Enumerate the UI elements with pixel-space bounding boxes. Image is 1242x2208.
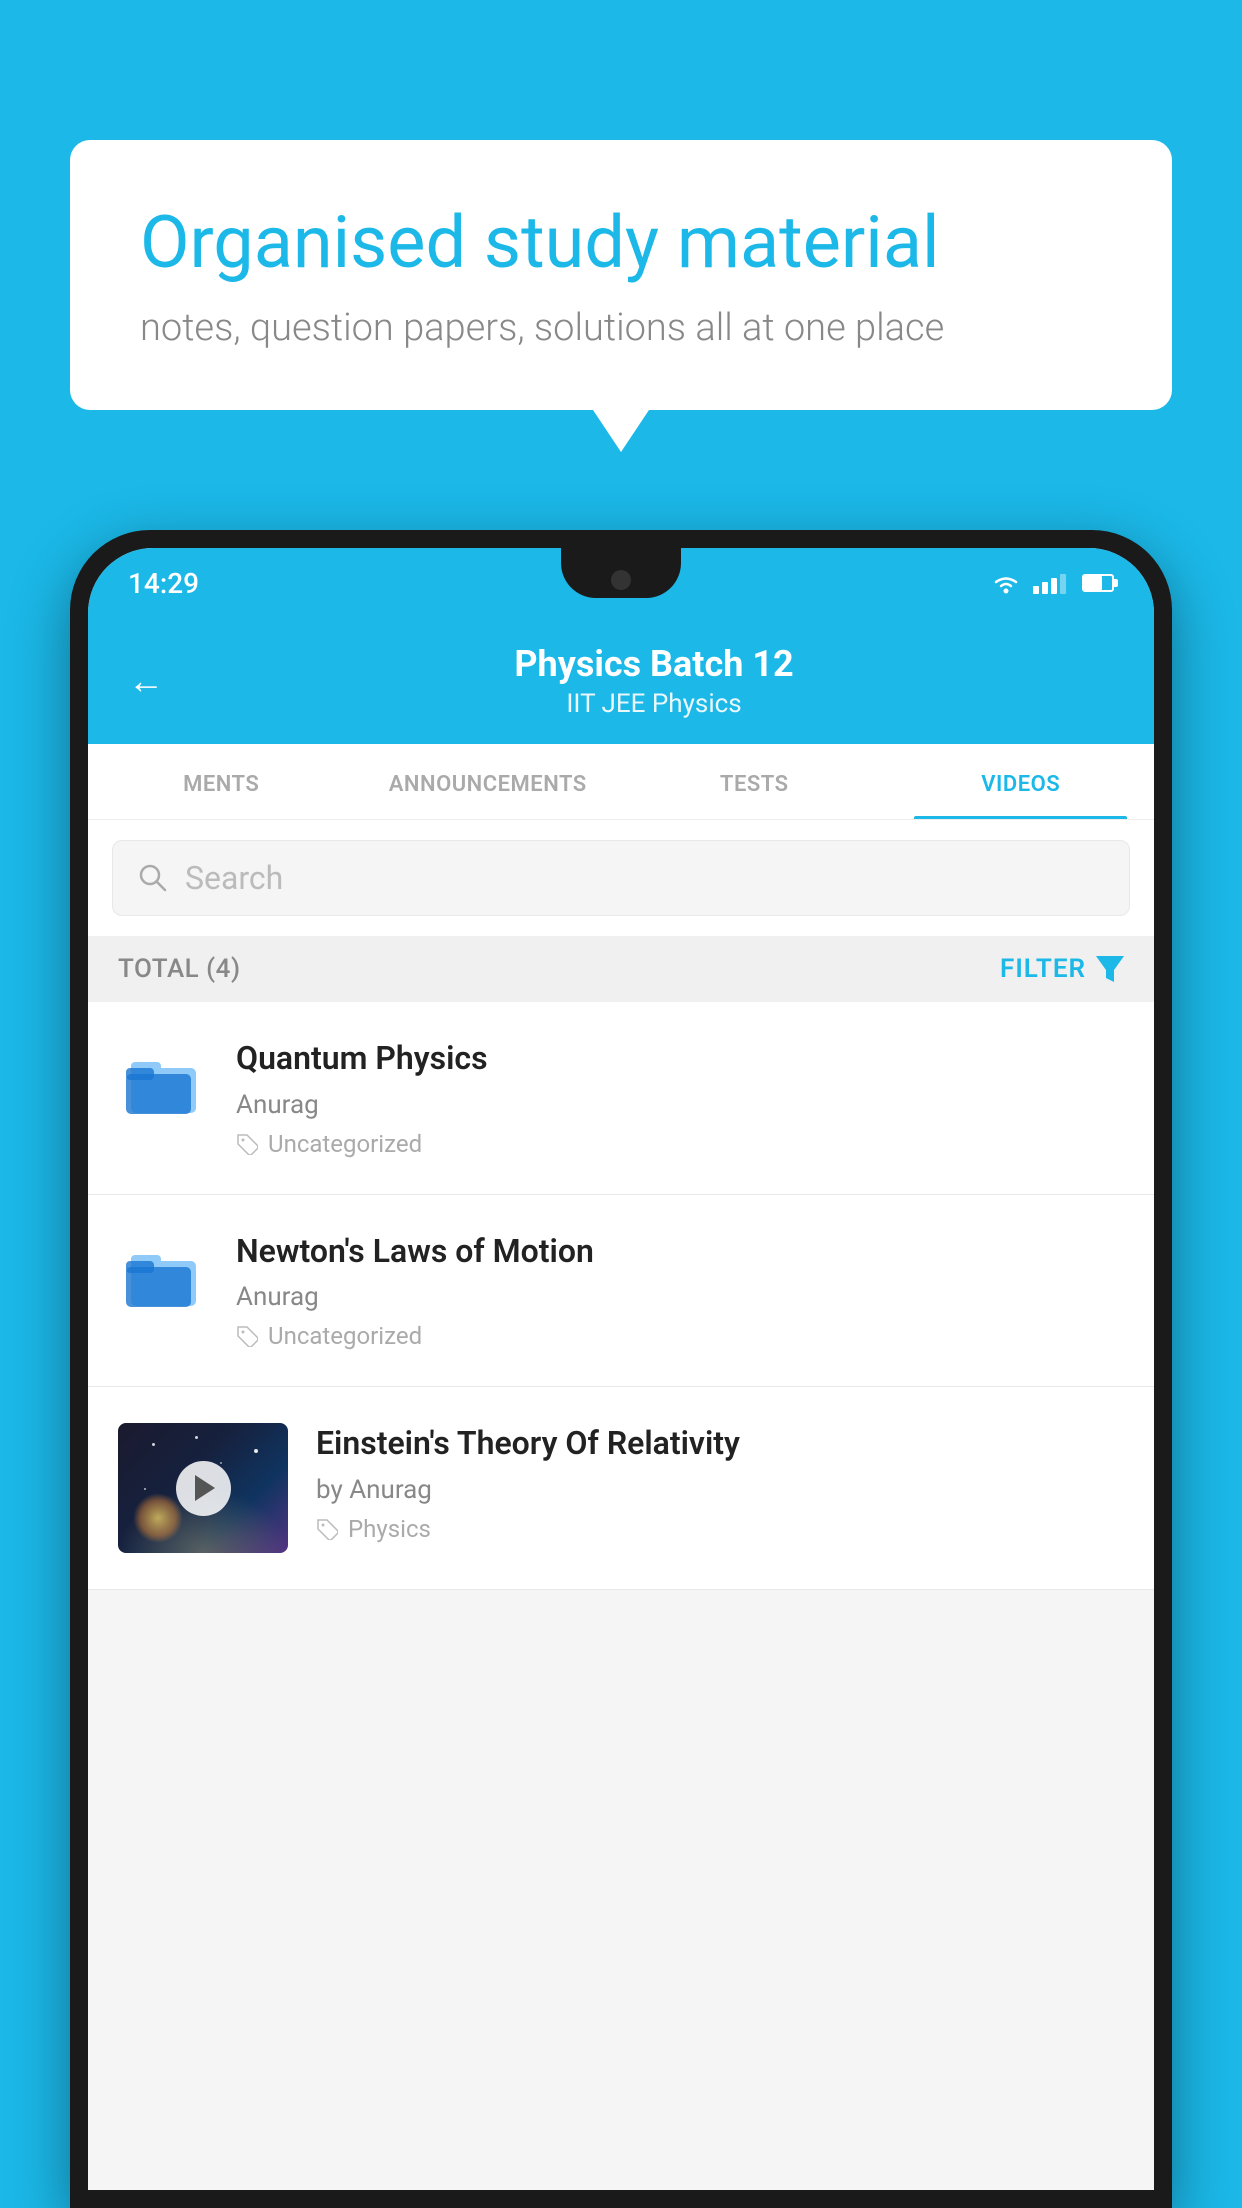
video-thumbnail <box>118 1423 288 1553</box>
phone-inner: 14:29 <box>88 548 1154 2190</box>
tag-icon <box>236 1133 258 1155</box>
tab-ments[interactable]: MENTS <box>88 744 355 819</box>
speech-bubble: Organised study material notes, question… <box>70 140 1172 410</box>
list-item[interactable]: Einstein's Theory Of Relativity by Anura… <box>88 1387 1154 1590</box>
total-count: TOTAL (4) <box>118 954 241 984</box>
tag-icon <box>236 1325 258 1347</box>
video-tag: Physics <box>316 1515 1124 1543</box>
video-tag: Uncategorized <box>236 1130 1124 1158</box>
list-item[interactable]: Newton's Laws of Motion Anurag Uncategor… <box>88 1195 1154 1388</box>
tab-videos[interactable]: VIDEOS <box>888 744 1155 819</box>
speech-bubble-container: Organised study material notes, question… <box>70 140 1172 410</box>
header-title-block: Physics Batch 12 IIT JEE Physics <box>194 643 1114 719</box>
phone-frame: 14:29 <box>70 530 1172 2208</box>
tab-tests[interactable]: TESTS <box>621 744 888 819</box>
video-list: Quantum Physics Anurag Uncategorized <box>88 1002 1154 1590</box>
folder-icon-container <box>118 1231 208 1321</box>
video-title: Quantum Physics <box>236 1038 1124 1080</box>
battery-icon <box>1082 574 1114 592</box>
filter-button[interactable]: FILTER <box>1000 954 1124 984</box>
speech-bubble-subtext: notes, question papers, solutions all at… <box>140 306 1102 350</box>
search-placeholder: Search <box>185 859 283 897</box>
filter-icon <box>1096 956 1124 982</box>
video-author: by Anurag <box>316 1475 1124 1505</box>
folder-icon <box>126 1241 201 1311</box>
signal-icon <box>1033 572 1066 594</box>
search-bar[interactable]: Search <box>112 840 1130 916</box>
wifi-icon <box>991 572 1021 594</box>
back-button[interactable]: ← <box>128 660 164 702</box>
tag-icon <box>316 1518 338 1540</box>
batch-subtitle: IIT JEE Physics <box>194 689 1114 719</box>
tabs-bar: MENTS ANNOUNCEMENTS TESTS VIDEOS <box>88 744 1154 820</box>
search-container: Search <box>88 820 1154 936</box>
notch <box>561 548 681 598</box>
search-icon <box>137 862 169 894</box>
folder-icon-container <box>118 1038 208 1128</box>
tab-announcements[interactable]: ANNOUNCEMENTS <box>355 744 622 819</box>
speech-bubble-heading: Organised study material <box>140 200 1102 286</box>
app-header: ← Physics Batch 12 IIT JEE Physics <box>88 618 1154 744</box>
video-title: Einstein's Theory Of Relativity <box>316 1423 1124 1465</box>
filter-bar: TOTAL (4) FILTER <box>88 936 1154 1002</box>
video-info: Quantum Physics Anurag Uncategorized <box>236 1038 1124 1158</box>
video-info: Einstein's Theory Of Relativity by Anura… <box>316 1423 1124 1543</box>
play-triangle-icon <box>195 1475 215 1501</box>
status-bar: 14:29 <box>88 548 1154 618</box>
status-icons <box>991 572 1114 594</box>
batch-title: Physics Batch 12 <box>194 643 1114 685</box>
list-item[interactable]: Quantum Physics Anurag Uncategorized <box>88 1002 1154 1195</box>
folder-icon <box>126 1048 201 1118</box>
camera-dot <box>611 570 631 590</box>
video-author: Anurag <box>236 1090 1124 1120</box>
video-author: Anurag <box>236 1282 1124 1312</box>
video-tag: Uncategorized <box>236 1322 1124 1350</box>
play-button[interactable] <box>176 1461 231 1516</box>
status-time: 14:29 <box>128 567 199 600</box>
video-title: Newton's Laws of Motion <box>236 1231 1124 1273</box>
video-info: Newton's Laws of Motion Anurag Uncategor… <box>236 1231 1124 1351</box>
